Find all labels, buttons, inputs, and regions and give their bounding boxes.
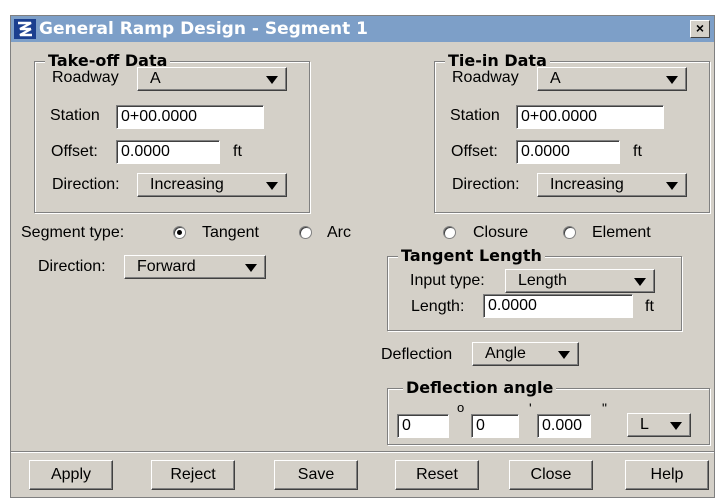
tiein-direction-label: Direction: (452, 176, 520, 193)
minutes-input[interactable]: 0 (471, 414, 519, 438)
takeoff-roadway-value: A (150, 70, 161, 87)
close-button[interactable]: Close (509, 460, 593, 490)
tiein-station-label: Station (450, 107, 500, 124)
tiein-offset-unit: ft (633, 143, 642, 160)
chevron-down-icon (245, 264, 257, 272)
tiein-offset-label: Offset: (451, 143, 498, 160)
segment-direction-dropdown[interactable]: Forward (124, 255, 266, 279)
tiein-direction-value: Increasing (550, 176, 624, 193)
app-icon (14, 19, 36, 39)
window-title: General Ramp Design - Segment 1 (39, 19, 368, 39)
segment-arc-label: Arc (327, 224, 351, 241)
deflection-label: Deflection (381, 346, 453, 363)
segment-arc-radio[interactable] (299, 226, 312, 239)
chevron-down-icon (634, 278, 646, 286)
segment-element-label: Element (592, 224, 651, 241)
chevron-down-icon (558, 351, 570, 359)
segment-direction-label: Direction: (38, 258, 106, 275)
tiein-station-input[interactable]: 0+00.0000 (516, 105, 664, 129)
takeoff-roadway-dropdown[interactable]: A (137, 67, 287, 91)
apply-button[interactable]: Apply (29, 460, 113, 490)
input-type-dropdown[interactable]: Length (505, 269, 655, 293)
button-separator (11, 451, 714, 453)
tiein-roadway-dropdown[interactable]: A (537, 67, 687, 91)
segment-tangent-radio[interactable] (173, 226, 186, 239)
close-window-button[interactable]: × (690, 20, 710, 38)
tiein-roadway-value: A (550, 70, 561, 87)
segment-tangent-label: Tangent (202, 224, 259, 241)
chevron-down-icon (266, 182, 278, 190)
tiein-direction-dropdown[interactable]: Increasing (537, 173, 687, 197)
second-symbol: " (602, 400, 607, 416)
takeoff-roadway-label: Roadway (52, 69, 119, 86)
length-input[interactable]: 0.0000 (483, 294, 633, 318)
save-button[interactable]: Save (274, 460, 358, 490)
takeoff-offset-input[interactable]: 0.0000 (116, 140, 220, 164)
deflection-dropdown[interactable]: Angle (472, 342, 579, 366)
takeoff-direction-value: Increasing (150, 176, 224, 193)
tiein-offset-input[interactable]: 0.0000 (516, 140, 620, 164)
takeoff-station-input[interactable]: 0+00.0000 (116, 105, 264, 129)
reset-button[interactable]: Reset (395, 460, 479, 490)
degrees-input[interactable]: 0 (397, 414, 449, 438)
segment-closure-radio[interactable] (443, 226, 456, 239)
seconds-input[interactable]: 0.000 (537, 414, 591, 438)
help-button[interactable]: Help (625, 460, 709, 490)
deflection-side-value: L (640, 416, 649, 433)
segment-element-radio[interactable] (563, 226, 576, 239)
tangent-length-title: Tangent Length (398, 246, 545, 265)
takeoff-direction-label: Direction: (52, 176, 120, 193)
ramp-design-dialog: General Ramp Design - Segment 1 × Take-o… (10, 15, 715, 498)
chevron-down-icon (670, 422, 682, 430)
takeoff-offset-unit: ft (233, 143, 242, 160)
segment-type-label: Segment type: (21, 224, 125, 241)
deflection-value: Angle (485, 345, 526, 362)
chevron-down-icon (666, 182, 678, 190)
deflection-side-dropdown[interactable]: L (627, 413, 691, 437)
tiein-roadway-label: Roadway (452, 69, 519, 86)
takeoff-offset-label: Offset: (51, 143, 98, 160)
segment-direction-value: Forward (137, 258, 196, 275)
length-unit: ft (645, 298, 654, 315)
takeoff-direction-dropdown[interactable]: Increasing (137, 173, 287, 197)
minute-symbol: ' (529, 400, 532, 416)
segment-closure-label: Closure (473, 224, 529, 241)
reject-button[interactable]: Reject (151, 460, 235, 490)
chevron-down-icon (266, 76, 278, 84)
title-bar: General Ramp Design - Segment 1 × (11, 16, 714, 42)
length-label: Length: (411, 298, 465, 315)
deflection-angle-title: Deflection angle (403, 378, 557, 397)
chevron-down-icon (666, 76, 678, 84)
tiein-title: Tie-in Data (445, 51, 550, 70)
input-type-value: Length (518, 272, 567, 289)
input-type-label: Input type: (410, 272, 485, 289)
degree-symbol: o (457, 400, 465, 415)
takeoff-station-label: Station (50, 107, 100, 124)
